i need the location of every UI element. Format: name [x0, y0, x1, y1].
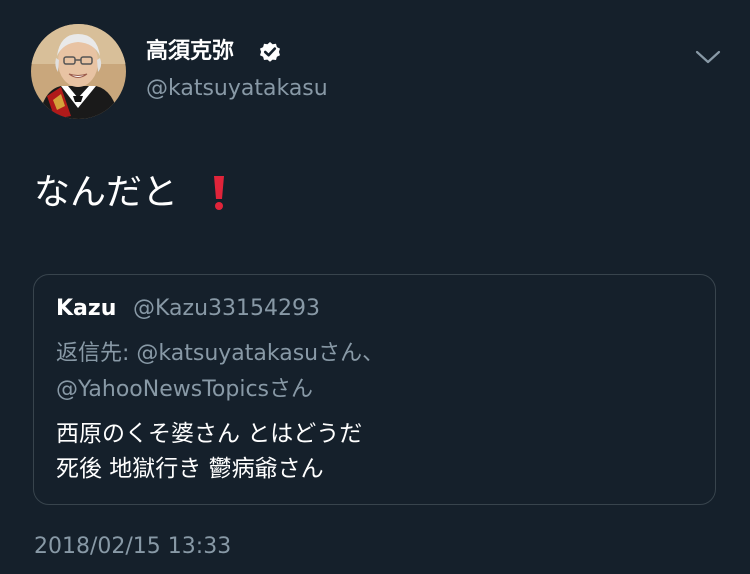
avatar-image: [31, 24, 126, 119]
user-handle[interactable]: @katsuyatakasu: [146, 74, 328, 104]
quoted-display-name: Kazu: [56, 296, 117, 321]
quoted-tweet-text: 死後 地獄行き 鬱病爺さん: [56, 456, 324, 482]
quoted-reply-to-line: 返信先: @katsuyatakasuさん、: [56, 341, 385, 366]
tweet-text: なんだと: [34, 172, 179, 213]
avatar[interactable]: [31, 24, 126, 119]
verified-badge-icon: [260, 42, 280, 62]
display-name[interactable]: 高須克弥: [146, 34, 234, 70]
quoted-reply-to-line: @YahooNewsTopicsさん: [56, 377, 313, 402]
exclamation-mark-icon: [214, 176, 224, 210]
quoted-handle: @Kazu33154293: [133, 296, 320, 321]
chevron-down-icon[interactable]: [693, 45, 723, 69]
tweet-timestamp[interactable]: 2018/02/15 13:33: [34, 530, 231, 564]
quoted-tweet-text: 西原のくそ婆さん とはどうだ: [56, 421, 363, 447]
